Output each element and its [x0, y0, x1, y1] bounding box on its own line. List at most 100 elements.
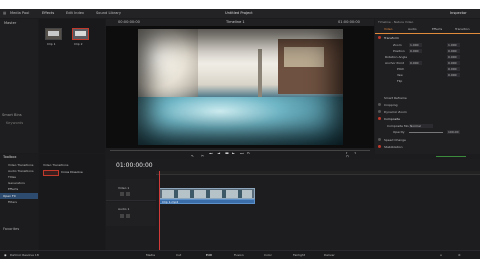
- top-menu-bar: ▦ Media Pool Effects Edit Index Sound Li…: [0, 9, 480, 18]
- menu-media-pool[interactable]: Media Pool: [10, 11, 29, 16]
- timeline-toolbar: ↖ ✂ ∩: [106, 154, 480, 159]
- track-header-video: Video 1: [106, 179, 156, 201]
- track-header-audio: Audio 1: [106, 202, 156, 226]
- page-fairlight[interactable]: Fairlight: [293, 254, 305, 257]
- tab-audio[interactable]: Audio: [408, 28, 417, 31]
- lock-icon[interactable]: [120, 192, 124, 196]
- grid-icon[interactable]: ▦: [3, 11, 6, 16]
- app-name: DaVinci Resolve 18: [10, 253, 39, 257]
- keywords-item[interactable]: Keywords: [6, 121, 23, 126]
- favorites-label[interactable]: Favorites: [3, 227, 19, 232]
- section-smart-reframe[interactable]: Smart Reframe: [384, 97, 407, 100]
- timecode-left: 00:00:00:00: [118, 20, 140, 24]
- effects-item-0[interactable]: Video Transitions: [8, 164, 33, 167]
- label-pitch: Pitch: [397, 67, 405, 71]
- label-flip: Flip: [397, 79, 403, 83]
- tab-effects[interactable]: Effects: [432, 28, 442, 31]
- effects-item-selected[interactable]: Open FX: [0, 193, 38, 199]
- label-zoom: Zoom: [393, 43, 402, 47]
- app-window: ▦ Media Pool Effects Edit Index Sound Li…: [0, 9, 480, 259]
- pitch-field[interactable]: 0.000: [447, 67, 460, 71]
- label-anchor: Anchor Point: [385, 61, 404, 65]
- zoom-x-field[interactable]: 1.000: [409, 43, 422, 47]
- anchor-y-field[interactable]: 0.000: [447, 61, 460, 65]
- viewer-header: 00:00:00:00 Timeline 1 01:00:00:00: [106, 19, 374, 26]
- inspector-header: Timeline - Nature Video: [378, 20, 414, 24]
- effects-tree: Toolbox Video Transitions Audio Transiti…: [0, 154, 38, 250]
- master-folder[interactable]: Master: [4, 21, 16, 26]
- track-name-audio[interactable]: Audio 1: [118, 208, 129, 211]
- clip-thumbnail-1[interactable]: [45, 28, 62, 40]
- section-dynamic-zoom[interactable]: Dynamic Zoom: [384, 111, 407, 114]
- section-cropping[interactable]: Cropping: [384, 104, 398, 107]
- menu-edit-index[interactable]: Edit Index: [66, 11, 84, 16]
- label-yaw: Yaw: [397, 73, 403, 77]
- section-composite[interactable]: Composite: [384, 118, 400, 121]
- page-bar: ◉ DaVinci Resolve 18 Media Cut Edit Fusi…: [0, 250, 480, 259]
- effects-list-item[interactable]: Cross Dissolve: [61, 171, 83, 174]
- timecode-right: 01:00:00:00: [338, 20, 360, 24]
- mute-icon[interactable]: [120, 214, 124, 218]
- clip-label-bar[interactable]: Clip 1.mp4: [159, 199, 255, 204]
- page-fusion[interactable]: Fusion: [234, 254, 244, 257]
- bin-list: Master Smart Bins Keywords: [0, 19, 38, 153]
- page-cut[interactable]: Cut: [176, 254, 181, 257]
- effects-item-2[interactable]: Titles: [8, 176, 16, 179]
- selection-tool-icon[interactable]: ↖: [191, 154, 194, 159]
- clip-name-2: Clip 2: [74, 42, 83, 46]
- timeline-timecode: 01:00:00:00: [116, 162, 153, 169]
- position-y-field[interactable]: 0.000: [447, 49, 460, 53]
- settings-icon[interactable]: ⚙: [458, 254, 461, 257]
- section-transform[interactable]: Transform: [384, 37, 399, 40]
- zoom-slider[interactable]: [436, 156, 466, 157]
- composite-mode-select[interactable]: Normal: [409, 124, 433, 128]
- effects-item-4[interactable]: Effects: [8, 188, 18, 191]
- viewer-area: [106, 26, 374, 148]
- solo-icon[interactable]: [126, 214, 130, 218]
- toolbox-label[interactable]: Toolbox: [3, 155, 16, 160]
- effects-list: Video Transitions Cross Dissolve: [39, 154, 105, 250]
- eye-icon[interactable]: [126, 192, 130, 196]
- playhead[interactable]: [159, 171, 160, 250]
- effects-item-6[interactable]: Filters: [8, 201, 17, 204]
- menu-effects[interactable]: Effects: [42, 11, 54, 16]
- project-title: Untitled Project: [225, 11, 253, 15]
- tab-video[interactable]: Video: [384, 28, 392, 31]
- menu-inspector[interactable]: Inspector: [450, 11, 467, 16]
- page-edit[interactable]: Edit: [206, 254, 212, 257]
- video-frame: [138, 29, 343, 145]
- snap-icon[interactable]: ∩: [346, 154, 349, 159]
- clip-thumbnail-2[interactable]: [72, 28, 89, 40]
- label-position: Position: [393, 49, 405, 53]
- blade-tool-icon[interactable]: ✂: [201, 154, 204, 159]
- home-icon[interactable]: ⌂: [440, 254, 442, 257]
- anchor-x-field[interactable]: 0.000: [409, 61, 422, 65]
- yaw-field[interactable]: 0.000: [447, 73, 460, 77]
- label-rotation: Rotation Angle: [385, 55, 408, 59]
- position-x-field[interactable]: 0.000: [409, 49, 422, 53]
- track-name-video[interactable]: Video 1: [118, 187, 129, 190]
- opacity-field[interactable]: 100.00: [447, 130, 460, 134]
- label-opacity: Opacity: [393, 130, 405, 134]
- opacity-slider[interactable]: [409, 132, 443, 133]
- section-speed-change[interactable]: Speed Change: [384, 139, 406, 142]
- page-color[interactable]: Color: [264, 254, 272, 257]
- timeline-selector[interactable]: Timeline 1: [226, 20, 245, 25]
- effects-item-1[interactable]: Audio Transitions: [8, 170, 34, 173]
- page-deliver[interactable]: Deliver: [324, 254, 335, 257]
- resolve-logo: ◉: [4, 253, 7, 257]
- zoom-y-field[interactable]: 1.000: [447, 43, 460, 47]
- inspector-panel: Timeline - Nature Video Video Audio Effe…: [375, 19, 480, 165]
- rotation-field[interactable]: 0.000: [447, 55, 460, 59]
- page-media[interactable]: Media: [146, 254, 155, 257]
- timeline-panel: 01:00:00:00 Video 1 Audio 1 Clip 1.mp4: [106, 159, 480, 250]
- cross-dissolve-swatch[interactable]: [43, 170, 59, 176]
- video-clip[interactable]: [159, 188, 255, 199]
- tab-transition[interactable]: Transition: [455, 28, 470, 31]
- clip-grid: Clip 1 Clip 2: [39, 19, 105, 153]
- menu-sound-library[interactable]: Sound Library: [96, 11, 121, 16]
- timeline-ruler[interactable]: [156, 171, 480, 175]
- effects-item-3[interactable]: Generators: [8, 182, 25, 185]
- clip-name-1: Clip 1: [47, 42, 56, 46]
- section-stabilization[interactable]: Stabilization: [384, 146, 402, 149]
